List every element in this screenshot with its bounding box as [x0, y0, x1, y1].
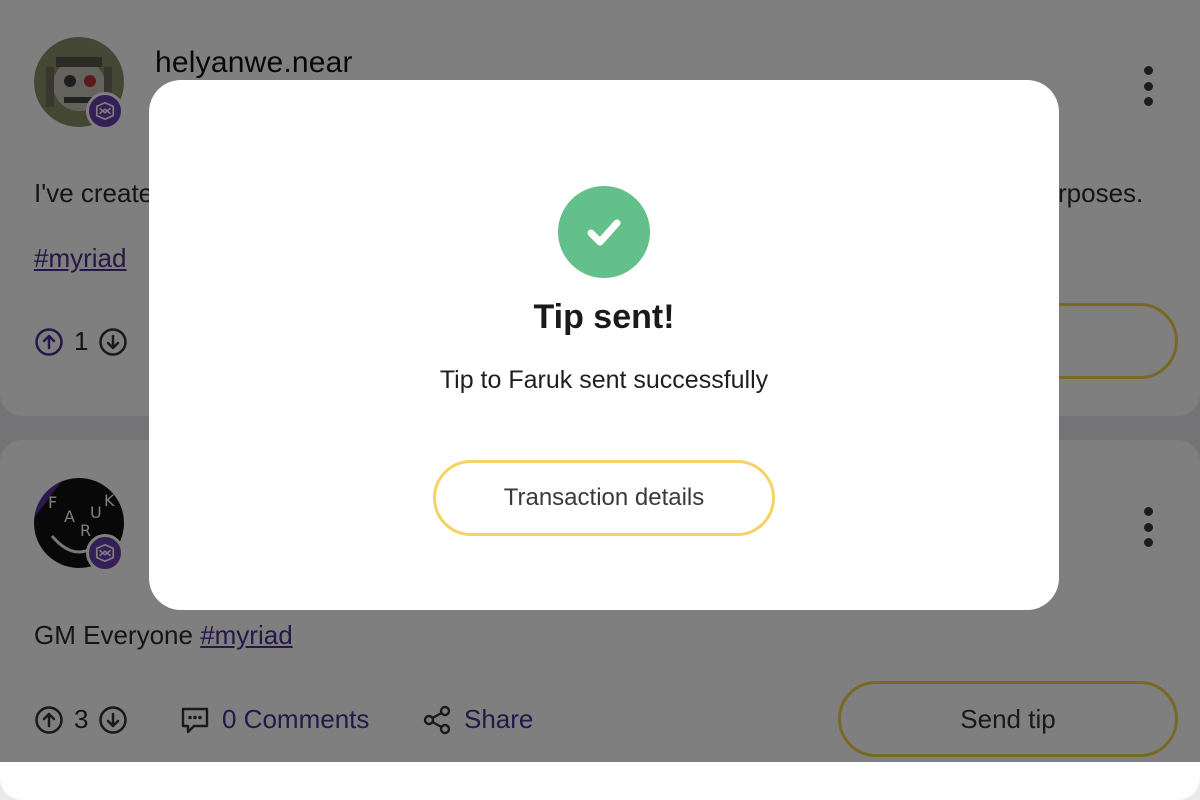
success-indicator [558, 186, 650, 278]
check-icon [587, 219, 621, 246]
transaction-details-button[interactable]: Transaction details [433, 460, 775, 536]
modal-title: Tip sent! [533, 298, 675, 336]
modal-message: Tip to Faruk sent successfully [439, 366, 769, 394]
tip-success-modal: Tip sent! Tip to Faruk sent successfully… [149, 80, 1059, 610]
